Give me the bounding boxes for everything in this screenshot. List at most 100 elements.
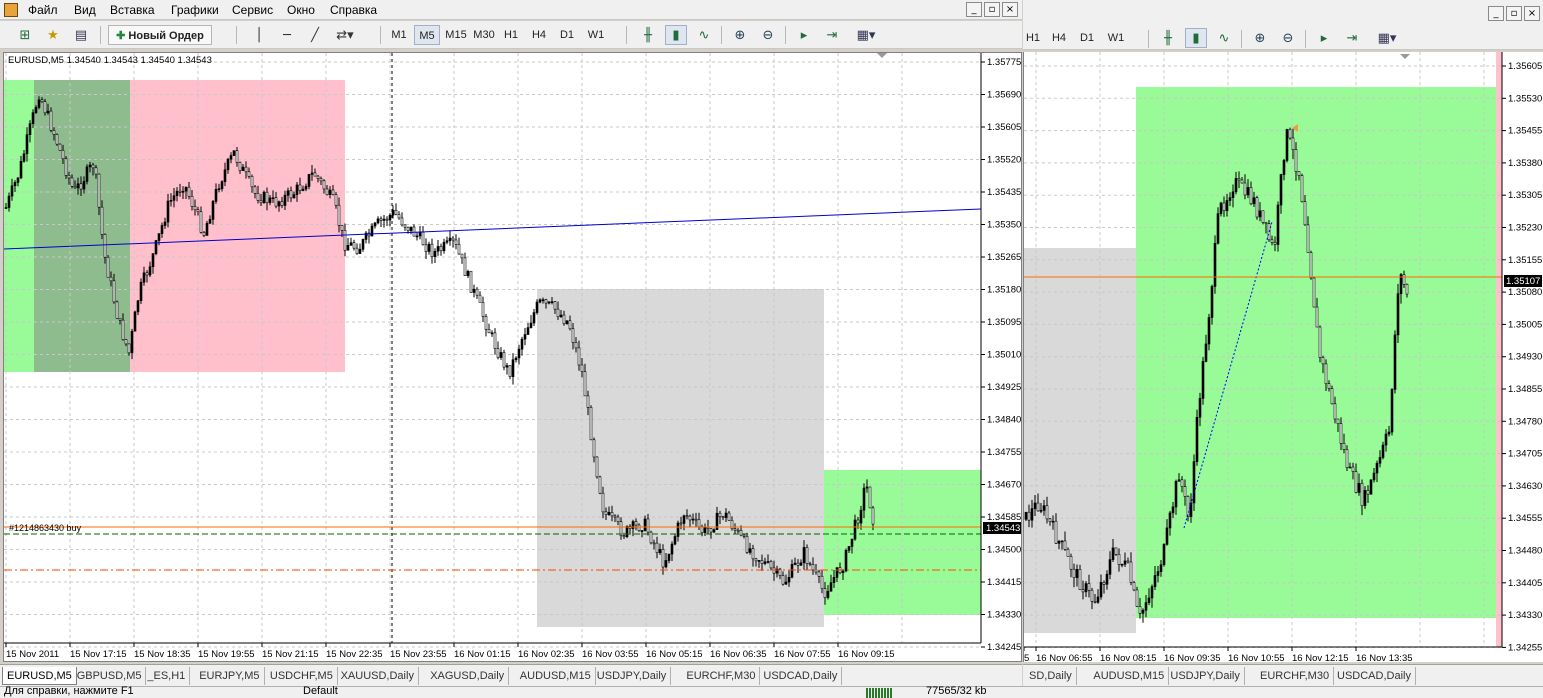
candle-body [550,301,554,303]
tf-m15[interactable]: M15 [443,25,469,45]
candle-body [1252,197,1256,205]
price-label: 1.34780 [1508,416,1542,427]
candle-body [733,528,737,531]
chart-tab[interactable]: AUDUSD,M15 [516,667,596,685]
candle-body [19,160,23,179]
tf-d1[interactable]: D1 [555,25,579,45]
chart-tab[interactable]: XAGUSD,Daily [426,667,510,685]
zoom-out-icon[interactable]: ⊖ [757,25,779,45]
tf-m30[interactable]: M30 [471,25,497,45]
window-controls: _ ▫ × [966,2,1018,17]
tf-h1[interactable]: H1 [499,25,523,45]
candle-body [412,226,416,237]
favorites-icon[interactable]: ★ [42,25,64,45]
menu-insert[interactable]: Вставка [110,3,155,17]
templates2-icon[interactable]: ▦▾ [1371,28,1403,48]
trendline-icon[interactable]: ╱ [304,25,326,45]
chart-tab[interactable]: USDJPY,Daily [1166,667,1245,685]
candle-body [328,189,332,196]
bar-chart2-icon[interactable]: ╫ [1157,28,1179,48]
chart-tab[interactable]: GBPUSD,M5 [73,667,147,685]
candle-body [562,314,566,325]
candle-body [427,243,431,252]
time-label: 15 Nov 22:35 [326,649,383,660]
candle-body [430,243,434,257]
tf2-h1[interactable]: H1 [1023,28,1043,48]
chart-tab[interactable]: AUDUSD,M15 [1089,667,1170,685]
menu-view[interactable]: Вид [74,3,96,17]
chart2-canvas[interactable]: 1.35605 1.35530 1.35455 1.35380 1.35305 1.352… [1024,52,1543,662]
tf2-w1[interactable]: W1 [1103,28,1129,48]
candle-body [826,590,830,598]
bar-chart-icon[interactable]: ╫ [637,25,659,45]
zoom-in-icon[interactable]: ⊕ [729,25,751,45]
candle-body [226,158,230,171]
templates-icon[interactable]: ▦▾ [850,25,882,45]
candle-body [247,171,251,177]
minimize-icon[interactable]: _ [966,2,982,17]
candlestick2-icon[interactable]: ▮ [1185,28,1207,48]
price-label: 1.35265 [987,252,1021,263]
horizontal-line-icon[interactable]: ─ [276,25,298,45]
chart-tab[interactable]: USDCAD,Daily [1333,667,1416,685]
chart-tab[interactable]: EURUSD,M5 [2,667,77,685]
navigator-icon[interactable]: ▤ [70,25,92,45]
candle-body [409,226,413,231]
candle-body [67,175,71,179]
candle-body [790,564,794,578]
candle-body [175,190,179,197]
new-chart-icon[interactable]: ⊞ [14,25,36,45]
chart-eurusd-m5[interactable]: 1.35775 1.35690 1.35605 1.35520 1.35435 1.353… [3,52,1022,662]
candle-body [499,352,503,358]
menu-help[interactable]: Справка [330,3,377,17]
tf-m1[interactable]: M1 [387,25,411,45]
line-chart2-icon[interactable]: ∿ [1213,28,1235,48]
vertical-line-icon[interactable]: │ [248,25,270,45]
chart-tab[interactable]: USDJPY,Daily [593,667,672,685]
chart-tab[interactable]: SD,Daily [1025,667,1077,685]
line-chart-icon[interactable]: ∿ [693,25,715,45]
candle-body [151,253,155,268]
chart-tab[interactable]: EURCHF,M30 [682,667,761,685]
price-label: 1.34245 [987,642,1021,653]
close-icon[interactable]: × [1002,2,1018,17]
candle-body [769,561,773,569]
autoscroll2-icon[interactable]: ▸ [1313,28,1335,48]
candlestick-icon[interactable]: ▮ [665,25,687,45]
candle-body [220,181,224,190]
candle-body [64,158,68,176]
chart-tab[interactable]: EURJPY,M5 [195,667,265,685]
chart-tab[interactable]: EURCHF,M30 [1256,667,1335,685]
chart-tab[interactable]: USDCAD,Daily [759,667,843,685]
tf-m5[interactable]: M5 [414,25,440,45]
shapes-icon[interactable]: ⇄▾ [334,25,356,45]
zoom-out2-icon[interactable]: ⊖ [1277,28,1299,48]
zoom-in2-icon[interactable]: ⊕ [1249,28,1271,48]
chart-tab[interactable]: USDCHF,M5 [266,667,338,685]
chart1-canvas[interactable]: 1.35775 1.35690 1.35605 1.35520 1.35435 1.353… [4,53,1022,662]
minimize2-icon[interactable]: _ [1488,6,1504,21]
menu-charts[interactable]: Графики [171,3,219,17]
candle-body [88,164,92,168]
autoscroll-icon[interactable]: ▸ [793,25,815,45]
candle-body [799,562,803,566]
chart-tab[interactable]: _ES,H1 [143,667,191,685]
new-order-button[interactable]: ✚ Новый Ордер [108,25,212,45]
restore2-icon[interactable]: ▫ [1506,6,1522,21]
tf-w1[interactable]: W1 [583,25,609,45]
chart-second[interactable]: 1.35605 1.35530 1.35455 1.35380 1.35305 1.352… [1023,52,1543,662]
menu-file[interactable]: Файл [28,3,58,17]
candle-body [316,175,320,179]
tf-h4[interactable]: H4 [527,25,551,45]
menu-tools[interactable]: Сервис [232,3,273,17]
candle-body [580,364,584,372]
chart-tab[interactable]: XAUUSD,Daily [337,667,419,685]
zone-gray-1 [537,289,824,627]
chart-shift-icon[interactable]: ⇥ [821,25,843,45]
tf2-d1[interactable]: D1 [1075,28,1099,48]
tf2-h4[interactable]: H4 [1047,28,1071,48]
chart-shift2-icon[interactable]: ⇥ [1341,28,1363,48]
restore-icon[interactable]: ▫ [984,2,1000,17]
close2-icon[interactable]: × [1524,6,1540,21]
menu-window[interactable]: Окно [287,3,315,17]
